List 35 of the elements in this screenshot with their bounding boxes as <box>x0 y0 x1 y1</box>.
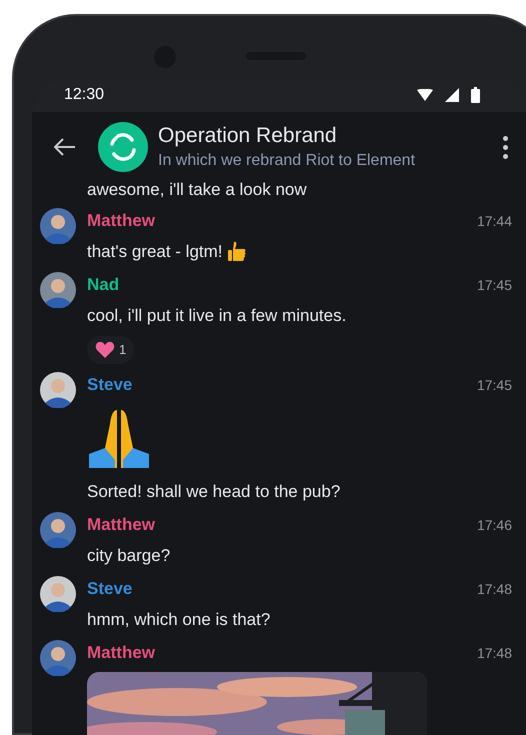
message-text: cool, i'll put it live in a few minutes. <box>87 305 346 328</box>
status-time: 12:30 <box>64 85 104 105</box>
message-time: 17:45 <box>476 276 512 294</box>
avatar <box>40 640 76 676</box>
sender-name: Matthew <box>87 210 155 232</box>
reaction-chip[interactable]: 1 <box>87 336 134 364</box>
avatar <box>40 512 76 548</box>
sender-name: Steve <box>87 374 132 396</box>
message-text: awesome, i'll take a look now <box>87 179 307 202</box>
message-time: 17:44 <box>476 212 512 230</box>
room-avatar <box>98 122 148 172</box>
battery-icon <box>471 87 480 103</box>
wifi-icon <box>417 89 433 101</box>
message-time: 17:48 <box>476 580 512 598</box>
message-text: that's great - lgtm! <box>87 241 223 264</box>
message-time: 17:45 <box>476 376 512 394</box>
praying-hands-icon <box>87 408 151 468</box>
room-topic: In which we rebrand Riot to Element <box>158 151 416 171</box>
message-time: 17:48 <box>476 644 512 662</box>
message-text: city barge? <box>87 545 170 568</box>
sender-name: Steve <box>87 578 132 600</box>
sender-name: Matthew <box>87 642 155 664</box>
back-arrow-icon <box>54 138 76 156</box>
signal-icon <box>445 88 459 102</box>
avatar <box>40 272 76 308</box>
avatar <box>40 576 76 612</box>
avatar <box>40 372 76 408</box>
sender-name: Nad <box>87 274 120 296</box>
room-name: Operation Rebrand <box>158 123 338 149</box>
message-time: 17:46 <box>476 516 512 534</box>
sender-name: Matthew <box>87 514 155 536</box>
heart-icon <box>95 341 115 359</box>
message-text: hmm, which one is that? <box>87 609 270 632</box>
message-text: Sorted! shall we head to the pub? <box>87 481 340 504</box>
avatar <box>40 208 76 244</box>
